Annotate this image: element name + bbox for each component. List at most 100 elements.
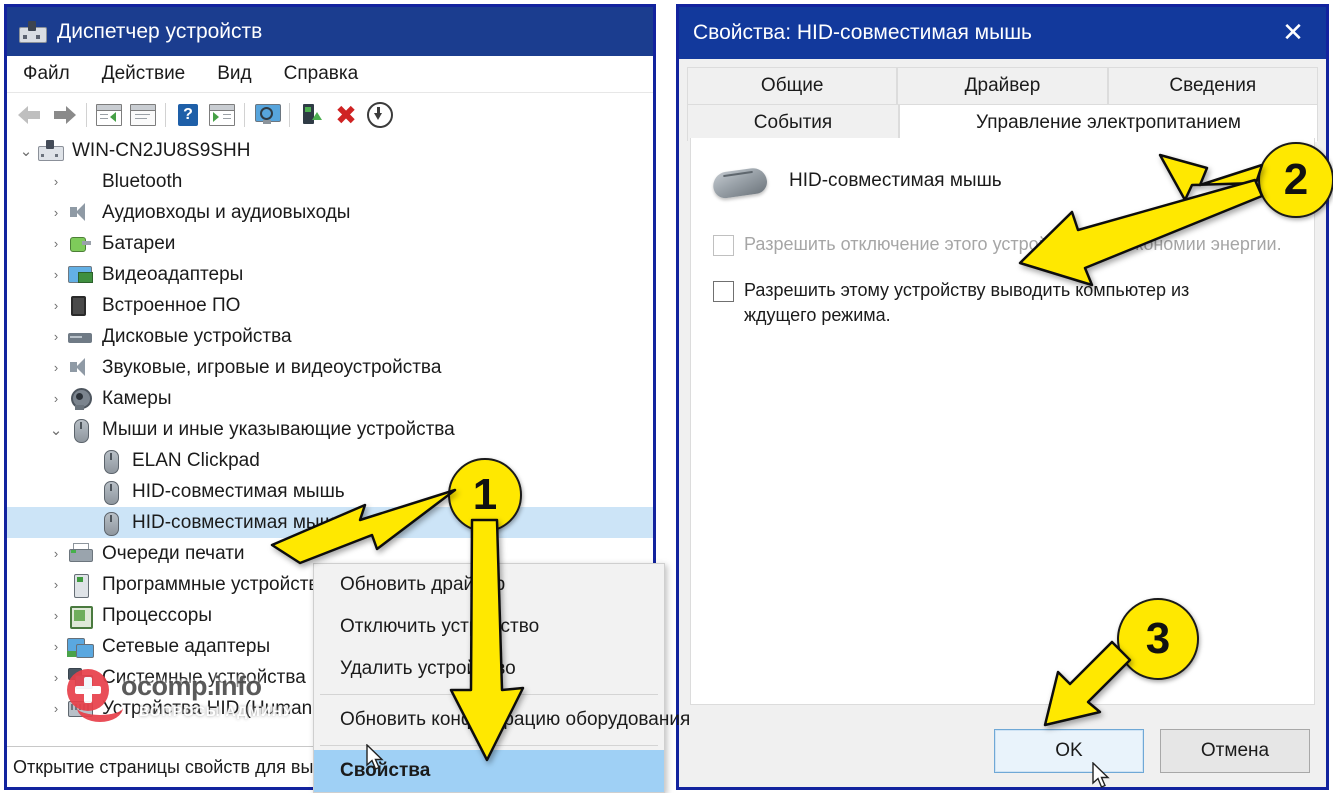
chevron-right-icon[interactable]: › <box>45 608 67 623</box>
chevron-right-icon[interactable]: › <box>45 360 67 375</box>
chevron-right-icon[interactable]: › <box>45 174 67 189</box>
tree-item[interactable]: HID-совместимая мышь <box>7 476 653 507</box>
tab-events[interactable]: События <box>687 104 899 141</box>
tree-item[interactable]: › Звуковые, игровые и видеоустройства <box>7 352 653 383</box>
checkbox-allow-wake[interactable] <box>713 281 734 303</box>
tab-power-management[interactable]: Управление электропитанием <box>899 104 1318 142</box>
checkbox-label-allow-wake: Разрешить этому устройству выводить комп… <box>744 280 1190 325</box>
tree-item-label: Bluetooth <box>102 170 183 192</box>
annotation-badge-1: 1 <box>448 458 522 532</box>
tab-row-1: Общие Драйвер Сведения <box>687 67 1318 104</box>
tab-strip[interactable]: Общие Драйвер Сведения События Управлени… <box>679 59 1326 142</box>
tree-item-label: Видеоадаптеры <box>102 263 244 285</box>
tab-panel-power-management: HID-совместимая мышь Разрешить отключени… <box>690 138 1315 705</box>
chevron-right-icon[interactable]: › <box>45 546 67 561</box>
back-arrow-icon[interactable] <box>13 98 47 132</box>
tree-item[interactable]: › Аудиовходы и аудиовыходы <box>7 197 653 228</box>
menu-file[interactable]: Файл <box>7 63 86 85</box>
speaker-icon <box>67 356 93 380</box>
annotation-badge-2: 2 <box>1258 142 1333 218</box>
chevron-right-icon[interactable]: › <box>45 639 67 654</box>
eject-device-icon[interactable] <box>295 98 329 132</box>
close-icon[interactable]: ✕ <box>1276 17 1310 47</box>
chevron-right-icon[interactable]: › <box>45 205 67 220</box>
system-device-icon <box>67 666 93 690</box>
help-icon[interactable]: ? <box>171 98 205 132</box>
checkbox-allow-power-save <box>713 235 734 256</box>
tree-item-label: Аудиовходы и аудиовыходы <box>102 201 351 223</box>
properties-dialog-titlebar: Свойства: HID-совместимая мышь ✕ <box>679 7 1326 59</box>
software-device-icon <box>67 573 93 598</box>
annotation-badge-3: 3 <box>1117 598 1199 680</box>
chevron-right-icon[interactable]: › <box>45 298 67 313</box>
tree-item[interactable]: › Камеры <box>7 383 653 414</box>
mouse-icon <box>97 511 123 536</box>
chevron-right-icon[interactable]: › <box>45 670 67 685</box>
tree-item[interactable]: › Встроенное ПО <box>7 290 653 321</box>
chevron-right-icon[interactable]: › <box>45 329 67 344</box>
context-menu-item[interactable]: Обновить конфигурацию оборудования <box>314 699 690 741</box>
display-adapter-icon <box>67 263 93 287</box>
chevron-right-icon[interactable]: › <box>45 391 67 406</box>
chevron-down-icon[interactable]: ⌄ <box>15 142 37 160</box>
tree-item-label: Очереди печати <box>102 542 245 564</box>
device-manager-window: Диспетчер устройств Файл Действие Вид Сп… <box>4 4 690 793</box>
show-hide-tree-icon[interactable] <box>92 98 126 132</box>
device-header: HID-совместимая мышь <box>691 138 1314 200</box>
properties-icon[interactable] <box>126 98 160 132</box>
firmware-chip-icon <box>67 294 93 318</box>
tree-item[interactable]: › Дисковые устройства <box>7 321 653 352</box>
cancel-button[interactable]: Отмена <box>1160 729 1310 773</box>
chevron-right-icon[interactable]: › <box>45 701 67 716</box>
tree-item-label: Мыши и иные указывающие устройства <box>102 418 455 440</box>
tree-item[interactable]: ⌄ Мыши и иные указывающие устройства <box>7 414 653 445</box>
tab-general[interactable]: Общие <box>687 67 898 104</box>
monitor-icon[interactable] <box>250 98 284 132</box>
computer-icon <box>37 139 64 163</box>
tree-item-label: Батареи <box>102 232 176 254</box>
disk-drive-icon <box>67 325 93 349</box>
tree-item-label: Процессоры <box>102 604 213 626</box>
chevron-down-icon[interactable]: ⌄ <box>45 421 67 439</box>
tree-item[interactable]: › Видеоадаптеры <box>7 259 653 290</box>
tree-item[interactable]: › Батареи <box>7 228 653 259</box>
checkbox-row-power-save[interactable]: Разрешить отключение этого устройства дл… <box>691 232 1314 256</box>
context-menu-item[interactable]: Отключить устройство <box>314 606 664 648</box>
tree-item[interactable]: HID-совместимая мышь <box>7 507 653 538</box>
tab-details[interactable]: Сведения <box>1107 67 1318 104</box>
tree-item[interactable]: ⌄ WIN-CN2JU8S9SHH <box>7 135 653 166</box>
properties-dialog: Свойства: HID-совместимая мышь ✕ Общие Д… <box>676 4 1329 790</box>
tree-item-label: Звуковые, игровые и видеоустройства <box>102 356 442 378</box>
device-manager-title: Диспетчер устройств <box>57 19 263 43</box>
checkbox-row-wake[interactable]: Разрешить этому устройству выводить комп… <box>691 278 1314 327</box>
speaker-icon <box>67 201 93 225</box>
mouse-icon <box>711 164 769 200</box>
context-menu-item[interactable]: Обновить драйвер <box>314 564 664 606</box>
camera-icon <box>67 387 93 411</box>
forward-arrow-icon[interactable] <box>47 98 81 132</box>
tree-item[interactable]: ELAN Clickpad <box>7 445 653 476</box>
menu-help[interactable]: Справка <box>268 63 375 85</box>
menu-action[interactable]: Действие <box>86 63 202 85</box>
tree-item-label: Сетевые адаптеры <box>102 635 271 657</box>
tree-item-label: WIN-CN2JU8S9SHH <box>72 139 251 161</box>
chevron-right-icon[interactable]: › <box>45 267 67 282</box>
ok-button[interactable]: OK <box>994 729 1144 773</box>
update-driver-icon[interactable] <box>363 98 397 132</box>
uninstall-device-icon[interactable]: ✖ <box>329 98 363 132</box>
device-manager-menubar: Файл Действие Вид Справка <box>7 56 653 93</box>
menu-view[interactable]: Вид <box>201 63 267 85</box>
chevron-right-icon[interactable]: › <box>45 577 67 592</box>
tab-driver[interactable]: Драйвер <box>897 67 1108 104</box>
toolbar-separator <box>165 102 166 127</box>
cpu-icon <box>67 604 93 629</box>
checkbox-label-allow-power-save: Разрешить отключение этого устройства дл… <box>744 234 1282 254</box>
bluetooth-icon <box>67 170 93 194</box>
tree-item-label: Программные устройства <box>102 573 329 595</box>
device-name-label: HID-совместимая мышь <box>789 170 1002 191</box>
tree-item[interactable]: › Bluetooth <box>7 166 653 197</box>
scan-icon[interactable] <box>205 98 239 132</box>
tree-item-label: ELAN Clickpad <box>132 449 260 471</box>
context-menu-item[interactable]: Удалить устройство <box>314 648 664 690</box>
chevron-right-icon[interactable]: › <box>45 236 67 251</box>
